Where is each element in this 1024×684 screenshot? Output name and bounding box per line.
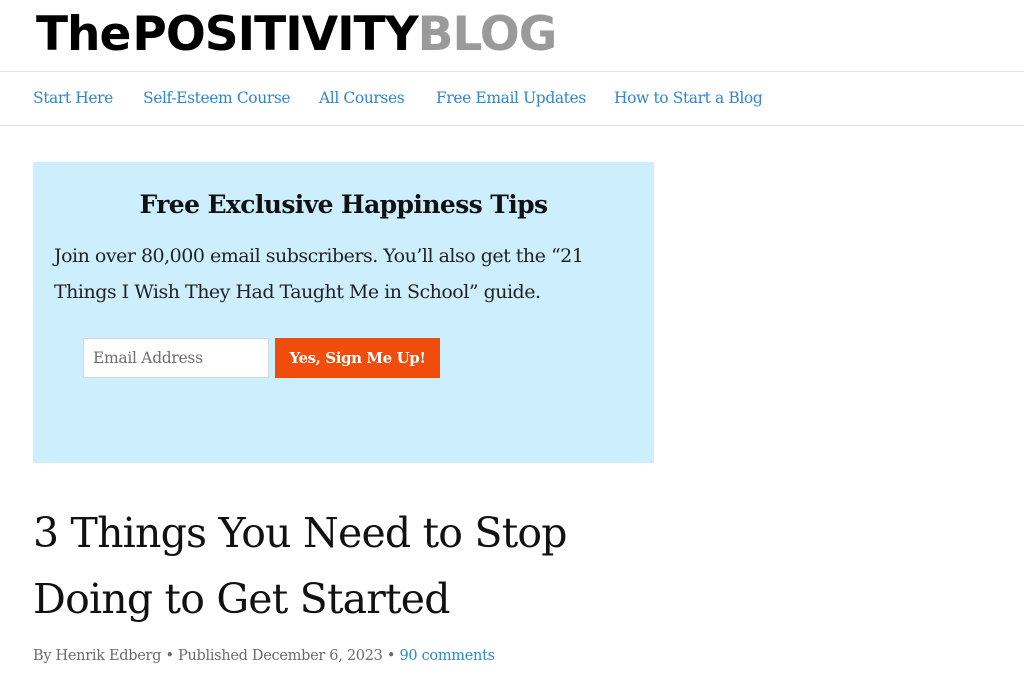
optin-heading: Free Exclusive Happiness Tips bbox=[139, 190, 548, 219]
email-address-input[interactable] bbox=[83, 338, 269, 378]
site-logo[interactable]: ThePOSITIVITYBLOG bbox=[36, 6, 558, 64]
meta-separator: • bbox=[386, 648, 396, 664]
nav-link-all-courses[interactable]: All Courses bbox=[319, 89, 405, 107]
post-meta: By Henrik Edberg • Published December 6,… bbox=[33, 648, 495, 664]
logo-text-the: The bbox=[36, 7, 131, 62]
logo-text-positivity: POSITIVITY bbox=[132, 7, 418, 62]
sign-up-button[interactable]: Yes, Sign Me Up! bbox=[275, 338, 440, 378]
logo-text-blog: BLOG bbox=[417, 7, 558, 62]
email-optin-box: Free Exclusive Happiness Tips Join over … bbox=[33, 162, 654, 463]
post-title: 3 Things You Need to Stop Doing to Get S… bbox=[33, 509, 568, 623]
post-date: Published December 6, 2023 bbox=[178, 648, 383, 664]
nav-link-free-email-updates[interactable]: Free Email Updates bbox=[436, 89, 586, 107]
main-navigation: Start Here Self-Esteem Course All Course… bbox=[0, 71, 1024, 126]
post-author: By Henrik Edberg bbox=[33, 648, 162, 664]
optin-description: Join over 80,000 email subscribers. You’… bbox=[54, 245, 584, 303]
nav-link-how-to-start-a-blog[interactable]: How to Start a Blog bbox=[614, 89, 763, 107]
nav-link-start-here[interactable]: Start Here bbox=[33, 89, 113, 107]
meta-separator: • bbox=[165, 648, 174, 664]
comments-link[interactable]: 90 comments bbox=[399, 648, 495, 664]
nav-link-self-esteem-course[interactable]: Self-Esteem Course bbox=[143, 89, 291, 107]
